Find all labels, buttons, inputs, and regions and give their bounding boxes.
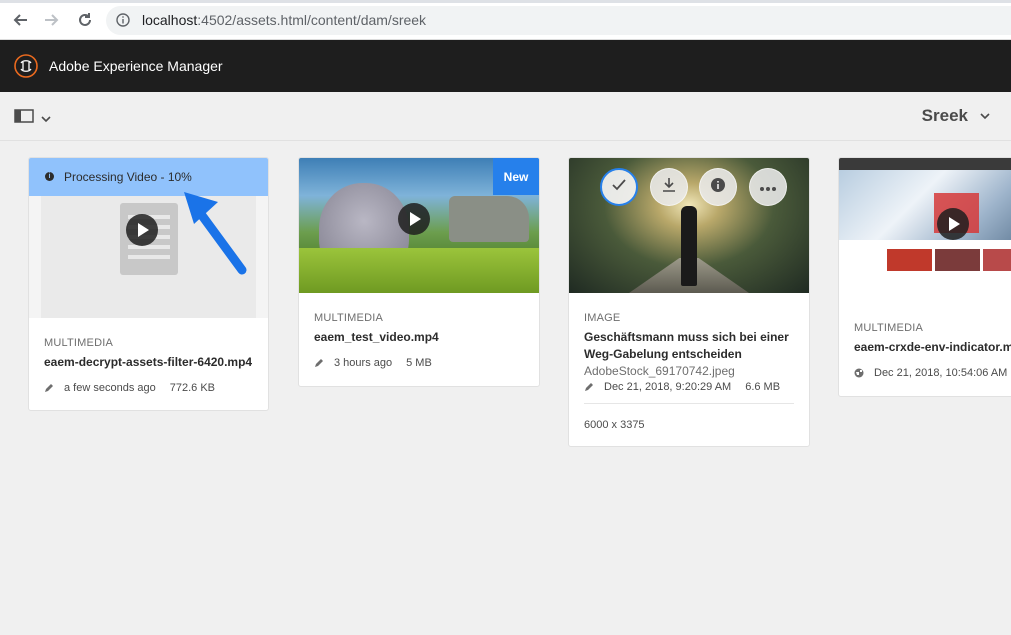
asset-title-line1[interactable]: Geschäftsmann muss sich bei einer <box>584 330 789 344</box>
browser-toolbar: localhost:4502/assets.html/content/dam/s… <box>0 0 1011 40</box>
asset-name: AdobeStock_69170742.jpeg <box>584 364 735 378</box>
play-icon <box>126 214 158 246</box>
screenshot-hero <box>839 170 1011 240</box>
screenshot-tile <box>983 249 1011 271</box>
annotation-arrow-icon <box>184 192 247 275</box>
rail-toggle-button[interactable] <box>14 109 51 128</box>
divider <box>584 403 794 404</box>
asset-meta: Dec 21, 2018, 10:54:06 AM <box>854 367 1007 379</box>
file-size: 772.6 KB <box>169 382 215 394</box>
asset-thumbnail[interactable] <box>569 158 809 293</box>
businessman-shape <box>681 206 697 286</box>
asset-name[interactable]: eaem-crxde-env-indicator.mp <box>854 340 1011 354</box>
folder-title: Sreek <box>921 106 968 125</box>
modified-time: Dec 21, 2018, 9:20:29 AM <box>604 381 732 393</box>
play-icon <box>398 203 430 235</box>
globe-icon <box>854 368 864 378</box>
file-size: 6.6 MB <box>745 381 781 393</box>
modified-time: a few seconds ago <box>64 382 156 394</box>
properties-button[interactable] <box>699 168 737 206</box>
asset-card[interactable]: IMAGE Geschäftsmann muss sich bei einer … <box>568 157 810 447</box>
product-title[interactable]: Adobe Experience Manager <box>49 58 223 74</box>
download-button[interactable] <box>650 168 688 206</box>
grass-shape <box>299 248 539 293</box>
download-icon <box>661 177 677 198</box>
asset-type: MULTIMEDIA <box>854 322 924 334</box>
modified-time: 3 hours ago <box>334 357 393 369</box>
asset-type: MULTIMEDIA <box>314 312 384 324</box>
url-host: localhost <box>142 12 198 28</box>
modified-time: Dec 21, 2018, 10:54:06 AM <box>874 367 1008 379</box>
processing-status: Processing Video - 10% <box>64 170 192 184</box>
reload-icon[interactable] <box>73 8 97 32</box>
aem-header: Adobe Experience Manager <box>0 40 1011 92</box>
url-text[interactable]: localhost:4502/assets.html/content/dam/s… <box>142 12 426 28</box>
checkmark-icon <box>612 178 626 196</box>
back-icon[interactable] <box>8 8 32 32</box>
asset-card[interactable]: New MULTIMEDIA eaem_test_video.mp4 3 hou… <box>298 157 540 387</box>
screenshot-topbar <box>839 158 1011 170</box>
tab-strip <box>0 0 1011 3</box>
new-badge: New <box>493 158 539 195</box>
aem-logo-icon[interactable] <box>14 54 38 78</box>
forward-icon[interactable] <box>40 8 64 32</box>
image-dimensions: 6000 x 3375 <box>584 419 645 431</box>
asset-meta: Dec 21, 2018, 9:20:29 AM 6.6 MB <box>584 381 780 393</box>
rail-toggle-icon <box>14 109 34 128</box>
asset-meta: 3 hours ago 5 MB <box>314 357 432 369</box>
file-size: 5 MB <box>406 357 432 369</box>
asset-type: IMAGE <box>584 312 621 324</box>
edit-icon <box>584 382 594 392</box>
asset-thumbnail[interactable]: New <box>299 158 539 293</box>
asset-meta: a few seconds ago 772.6 KB <box>44 382 215 394</box>
address-bar[interactable]: localhost:4502/assets.html/content/dam/s… <box>106 6 1011 35</box>
screenshot-tile <box>887 249 932 271</box>
asset-type: MULTIMEDIA <box>44 337 114 349</box>
chevron-down-icon <box>980 107 990 125</box>
rock-shape <box>449 196 529 242</box>
edit-icon <box>314 358 324 368</box>
more-icon <box>760 178 776 196</box>
action-bar: Sreek <box>0 92 1011 141</box>
asset-name[interactable]: eaem-decrypt-assets-filter-6420.mp4 <box>44 355 252 369</box>
asset-card[interactable]: MULTIMEDIA eaem-crxde-env-indicator.mp D… <box>838 157 1011 397</box>
asset-title-line2[interactable]: Weg-Gabelung entscheiden <box>584 347 742 361</box>
info-icon <box>710 177 726 198</box>
play-icon <box>937 208 969 240</box>
chevron-down-icon <box>41 110 51 128</box>
edit-icon <box>44 383 54 393</box>
screenshot-tile <box>935 249 980 271</box>
folder-title-dropdown[interactable]: Sreek <box>922 106 990 126</box>
select-button[interactable] <box>600 168 638 206</box>
url-path: :4502/assets.html/content/dam/sreek <box>197 12 427 28</box>
info-icon[interactable] <box>116 13 130 32</box>
asset-name[interactable]: eaem_test_video.mp4 <box>314 330 439 344</box>
more-actions-button[interactable] <box>749 168 787 206</box>
asset-thumbnail[interactable] <box>839 158 1011 304</box>
info-icon: i <box>45 172 54 181</box>
